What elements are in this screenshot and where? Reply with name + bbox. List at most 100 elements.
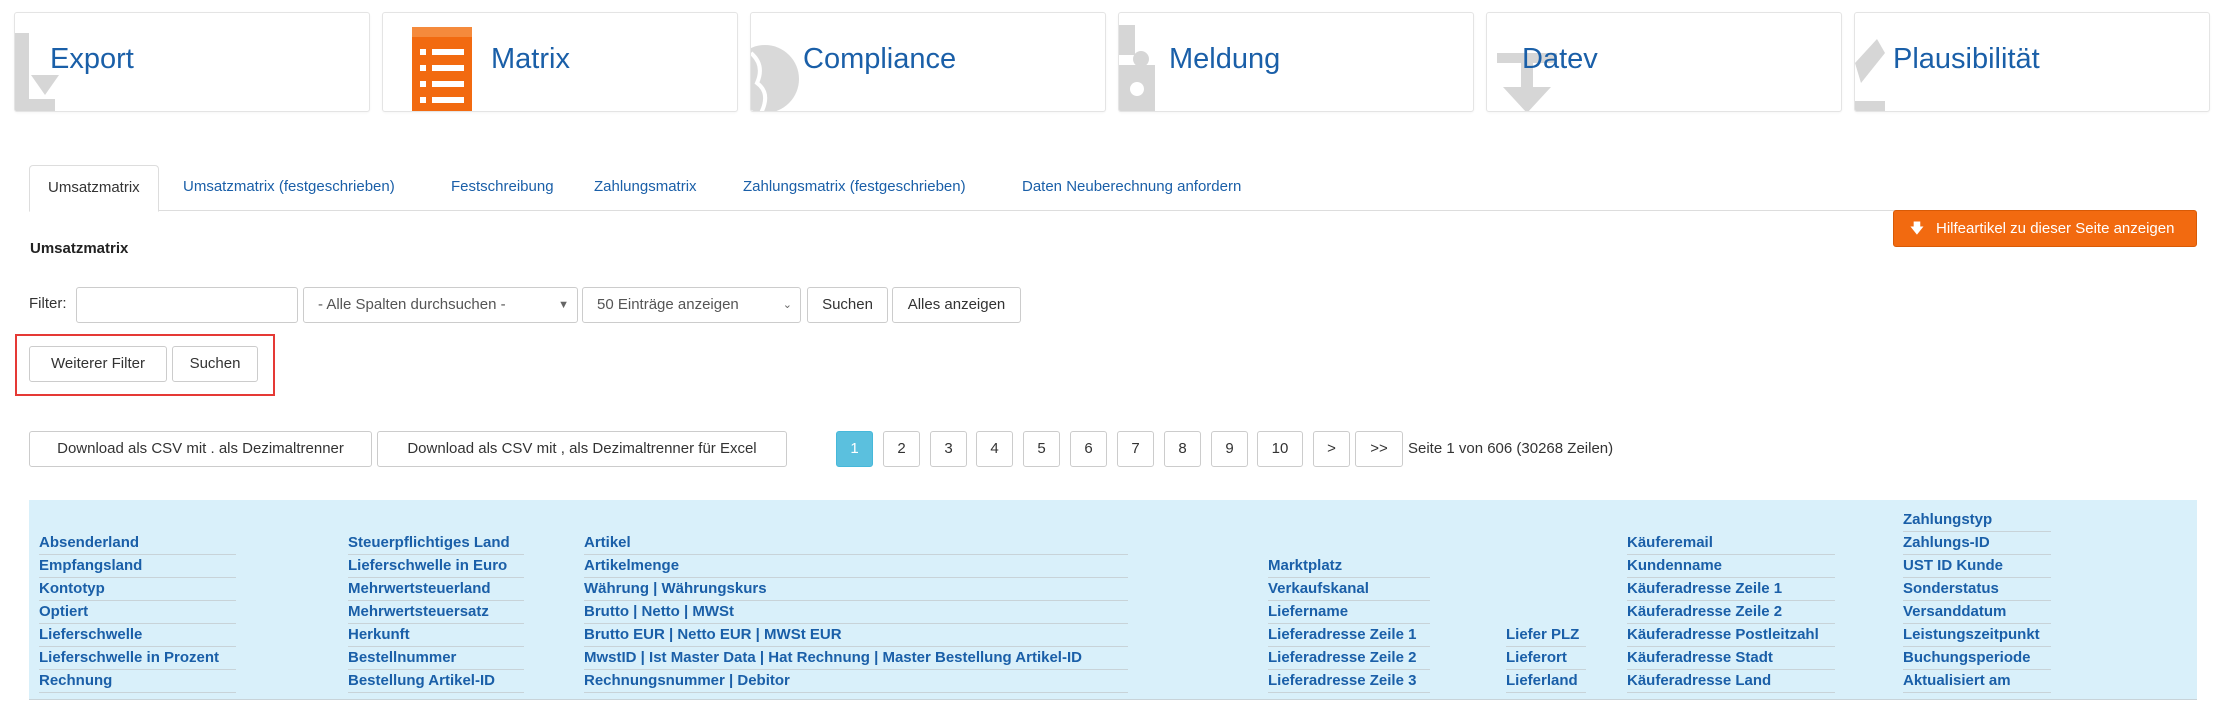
divider xyxy=(29,699,2197,700)
column-header[interactable]: Optiert xyxy=(39,601,236,624)
column-header[interactable]: Versanddatum xyxy=(1903,601,2051,624)
column-header[interactable]: Artikel xyxy=(584,532,1128,555)
page-button-5[interactable]: 5 xyxy=(1023,431,1060,467)
page-button-1[interactable]: 1 xyxy=(836,431,873,467)
column-header[interactable]: Absenderland xyxy=(39,532,236,555)
column-group-2: Steuerpflichtiges Land Lieferschwelle in… xyxy=(348,532,524,693)
column-header[interactable]: Zahlungstyp xyxy=(1903,509,2051,532)
column-header[interactable]: Käuferemail xyxy=(1627,532,1835,555)
column-select[interactable]: - Alle Spalten durchsuchen - ▼ xyxy=(303,287,578,323)
card-matrix[interactable]: Matrix xyxy=(382,12,738,112)
card-meldung[interactable]: Meldung xyxy=(1118,12,1474,112)
column-header[interactable]: Rechnungsnummer | Debitor xyxy=(584,670,1128,693)
column-group-6: Käuferemail Kundenname Käuferadresse Zei… xyxy=(1627,532,1835,693)
column-header[interactable]: Lieferschwelle in Euro xyxy=(348,555,524,578)
download-csv-dot-button[interactable]: Download als CSV mit . als Dezimaltrenne… xyxy=(29,431,372,467)
column-header[interactable]: Lieferland xyxy=(1506,670,1586,693)
page-button-2[interactable]: 2 xyxy=(883,431,920,467)
table-column-header: Absenderland Empfangsland Kontotyp Optie… xyxy=(29,500,2197,700)
column-header[interactable]: Lieferort xyxy=(1506,647,1586,670)
column-header[interactable]: Sonderstatus xyxy=(1903,578,2051,601)
page-size-select-value: 50 Einträge anzeigen xyxy=(597,296,739,313)
arrow-down-icon: 🡇 xyxy=(1909,220,1925,236)
column-header[interactable]: Empfangsland xyxy=(39,555,236,578)
tab-daten-neuberechnung[interactable]: Daten Neuberechnung anfordern xyxy=(1004,165,1259,211)
download-csv-comma-button[interactable]: Download als CSV mit , als Dezimaltrenne… xyxy=(377,431,787,467)
column-header[interactable]: Liefer PLZ xyxy=(1506,624,1586,647)
card-compliance-label: Compliance xyxy=(803,43,957,75)
card-export[interactable]: Export xyxy=(14,12,370,112)
help-article-button[interactable]: 🡇 Hilfeartikel zu dieser Seite anzeigen xyxy=(1893,210,2197,247)
card-datev-label: Datev xyxy=(1522,43,1598,75)
last-page-button[interactable]: >> xyxy=(1355,431,1403,467)
next-page-button[interactable]: > xyxy=(1313,431,1350,467)
card-compliance[interactable]: Compliance xyxy=(750,12,1106,112)
column-header[interactable]: Kundenname xyxy=(1627,555,1835,578)
column-header[interactable]: Buchungsperiode xyxy=(1903,647,2051,670)
column-header[interactable]: Währung | Währungskurs xyxy=(584,578,1128,601)
column-header[interactable]: UST ID Kunde xyxy=(1903,555,2051,578)
section-title: Umsatzmatrix xyxy=(30,240,129,257)
page-size-select[interactable]: 50 Einträge anzeigen ⌄ xyxy=(582,287,801,323)
column-header[interactable]: Lieferschwelle xyxy=(39,624,236,647)
column-header[interactable]: Leistungszeitpunkt xyxy=(1903,624,2051,647)
column-header[interactable]: Aktualisiert am xyxy=(1903,670,2051,693)
page-button-3[interactable]: 3 xyxy=(930,431,967,467)
page-button-8[interactable]: 8 xyxy=(1164,431,1201,467)
more-filter-search-button[interactable]: Suchen xyxy=(172,346,258,382)
page-button-6[interactable]: 6 xyxy=(1070,431,1107,467)
page-button-10[interactable]: 10 xyxy=(1257,431,1303,467)
column-header[interactable]: Käuferadresse Zeile 1 xyxy=(1627,578,1835,601)
filter-label: Filter: xyxy=(29,295,67,312)
column-group-3: Artikel Artikelmenge Währung | Währungsk… xyxy=(584,532,1128,693)
column-header[interactable]: Lieferadresse Zeile 2 xyxy=(1268,647,1430,670)
column-header[interactable]: Liefername xyxy=(1268,601,1430,624)
column-header[interactable]: Mehrwertsteuerland xyxy=(348,578,524,601)
search-button[interactable]: Suchen xyxy=(807,287,888,323)
column-header[interactable]: MwstID | Ist Master Data | Hat Rechnung … xyxy=(584,647,1128,670)
show-all-button[interactable]: Alles anzeigen xyxy=(892,287,1021,323)
list-icon xyxy=(412,27,472,111)
column-header[interactable]: Käuferadresse Postleitzahl xyxy=(1627,624,1835,647)
page-button-4[interactable]: 4 xyxy=(976,431,1013,467)
more-filter-button[interactable]: Weiterer Filter xyxy=(29,346,167,382)
card-datev[interactable]: Datev xyxy=(1486,12,1842,112)
page-button-7[interactable]: 7 xyxy=(1117,431,1154,467)
column-header[interactable]: Lieferschwelle in Prozent xyxy=(39,647,236,670)
tab-zahlungsmatrix[interactable]: Zahlungsmatrix xyxy=(576,165,715,211)
column-header[interactable]: Käuferadresse Land xyxy=(1627,670,1835,693)
column-header[interactable]: Lieferadresse Zeile 3 xyxy=(1268,670,1430,693)
tab-festschreibung[interactable]: Festschreibung xyxy=(433,165,572,211)
column-header[interactable]: Lieferadresse Zeile 1 xyxy=(1268,624,1430,647)
column-header[interactable]: Brutto | Netto | MWSt xyxy=(584,601,1128,624)
column-header[interactable]: Rechnung xyxy=(39,670,236,693)
tab-umsatzmatrix-festgeschrieben[interactable]: Umsatzmatrix (festgeschrieben) xyxy=(165,165,413,211)
column-header[interactable]: Herkunft xyxy=(348,624,524,647)
column-header[interactable]: Marktplatz xyxy=(1268,555,1430,578)
column-header[interactable]: Käuferadresse Zeile 2 xyxy=(1627,601,1835,624)
card-plausibilitaet[interactable]: Plausibilität xyxy=(1854,12,2210,112)
column-header[interactable]: Brutto EUR | Netto EUR | MWSt EUR xyxy=(584,624,1128,647)
column-header[interactable]: Artikelmenge xyxy=(584,555,1128,578)
card-meldung-label: Meldung xyxy=(1169,43,1281,75)
column-header[interactable]: Mehrwertsteuersatz xyxy=(348,601,524,624)
column-group-1: Absenderland Empfangsland Kontotyp Optie… xyxy=(39,532,236,693)
tab-zahlungsmatrix-festgeschrieben[interactable]: Zahlungsmatrix (festgeschrieben) xyxy=(725,165,984,211)
column-header[interactable]: Bestellung Artikel-ID xyxy=(348,670,524,693)
globe-icon xyxy=(751,45,799,111)
tab-umsatzmatrix[interactable]: Umsatzmatrix xyxy=(29,165,159,212)
help-article-label: Hilfeartikel zu dieser Seite anzeigen xyxy=(1936,220,2175,237)
column-select-value: - Alle Spalten durchsuchen - xyxy=(318,296,506,313)
column-header[interactable]: Zahlungs-ID xyxy=(1903,532,2051,555)
page-button-9[interactable]: 9 xyxy=(1211,431,1248,467)
column-header[interactable]: Bestellnummer xyxy=(348,647,524,670)
column-header[interactable]: Kontotyp xyxy=(39,578,236,601)
column-header[interactable]: Käuferadresse Stadt xyxy=(1627,647,1835,670)
tab-bar: Umsatzmatrix Umsatzmatrix (festgeschrieb… xyxy=(29,165,2188,212)
page-info: Seite 1 von 606 (30268 Zeilen) xyxy=(1408,440,1614,457)
card-export-label: Export xyxy=(50,43,134,75)
column-header[interactable]: Steuerpflichtiges Land xyxy=(348,532,524,555)
column-header[interactable]: Verkaufskanal xyxy=(1268,578,1430,601)
filter-input[interactable] xyxy=(76,287,298,323)
card-plausibilitaet-label: Plausibilität xyxy=(1893,43,2040,75)
